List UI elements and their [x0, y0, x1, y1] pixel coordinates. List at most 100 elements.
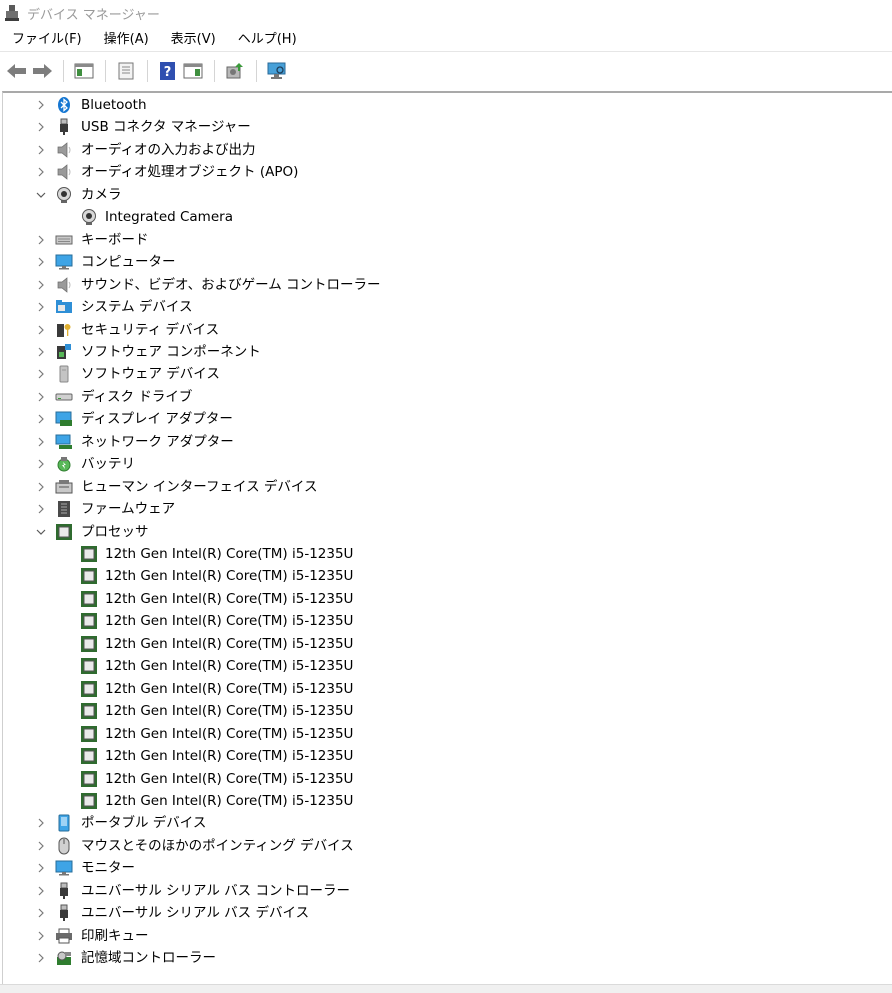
tree-category[interactable]: ソフトウェア デバイス	[3, 363, 883, 385]
chevron-right-icon[interactable]	[34, 925, 48, 947]
tree-device[interactable]: 12th Gen Intel(R) Core(TM) i5-1235U	[3, 745, 883, 767]
tree-device[interactable]: 12th Gen Intel(R) Core(TM) i5-1235U	[3, 678, 883, 700]
forward-arrow-icon[interactable]	[30, 59, 54, 83]
tree-item-label: ユニバーサル シリアル バス コントローラー	[81, 882, 350, 899]
tree-device[interactable]: 12th Gen Intel(R) Core(TM) i5-1235U	[3, 700, 883, 722]
help-icon[interactable]: ?	[156, 59, 180, 83]
chevron-right-icon[interactable]	[34, 341, 48, 363]
processor-icon	[80, 545, 98, 563]
device-tree: Bluetooth USB コネクタ マネージャー オーディオの入力および出力オーデ…	[2, 91, 892, 984]
chevron-right-icon[interactable]	[34, 319, 48, 341]
chevron-right-icon[interactable]	[34, 296, 48, 318]
tree-category[interactable]: 記憶域コントローラー	[3, 947, 883, 969]
webcam-icon	[55, 186, 73, 204]
tree-item-label: 12th Gen Intel(R) Core(TM) i5-1235U	[105, 725, 354, 742]
tree-category[interactable]: ヒューマン インターフェイス デバイス	[3, 476, 883, 498]
chevron-right-icon[interactable]	[34, 498, 48, 520]
tree-category[interactable]: モニター	[3, 857, 883, 879]
chevron-right-icon[interactable]	[34, 476, 48, 498]
tree-device[interactable]: 12th Gen Intel(R) Core(TM) i5-1235U	[3, 610, 883, 632]
show-hide-console-tree-icon[interactable]	[72, 59, 96, 83]
tree-category[interactable]: サウンド、ビデオ、およびゲーム コントローラー	[3, 274, 883, 296]
tree-item-label: ディスク ドライブ	[81, 388, 193, 405]
processor-icon	[80, 702, 98, 720]
chevron-right-icon[interactable]	[34, 139, 48, 161]
tree-category[interactable]: キーボード	[3, 229, 883, 251]
chevron-right-icon[interactable]	[34, 229, 48, 251]
processor-icon	[80, 680, 98, 698]
tree-category[interactable]: ファームウェア	[3, 498, 883, 520]
tree-device[interactable]: 12th Gen Intel(R) Core(TM) i5-1235U	[3, 565, 883, 587]
tree-category[interactable]: オーディオ処理オブジェクト (APO)	[3, 161, 883, 183]
tree-item-label: 12th Gen Intel(R) Core(TM) i5-1235U	[105, 748, 354, 765]
back-arrow-icon[interactable]	[5, 59, 29, 83]
tree-category[interactable]: ソフトウェア コンポーネント	[3, 341, 883, 363]
toolbar-separator	[147, 60, 148, 82]
action-pane-icon[interactable]	[181, 59, 205, 83]
chevron-right-icon[interactable]	[34, 902, 48, 924]
update-driver-icon[interactable]	[223, 59, 247, 83]
tree-category[interactable]: マウスとそのほかのポインティング デバイス	[3, 835, 883, 857]
tree-category[interactable]: オーディオの入力および出力	[3, 139, 883, 161]
tree-item-label: 12th Gen Intel(R) Core(TM) i5-1235U	[105, 703, 354, 720]
processor-icon	[80, 657, 98, 675]
tree-category[interactable]: Bluetooth	[3, 94, 883, 116]
chevron-right-icon[interactable]	[34, 857, 48, 879]
tree-device[interactable]: Integrated Camera	[3, 206, 883, 228]
tree-category[interactable]: プロセッサ	[3, 521, 883, 543]
chevron-right-icon[interactable]	[34, 835, 48, 857]
processor-icon	[80, 567, 98, 585]
chevron-right-icon[interactable]	[34, 453, 48, 475]
tree-device[interactable]: 12th Gen Intel(R) Core(TM) i5-1235U	[3, 790, 883, 812]
chevron-right-icon[interactable]	[34, 251, 48, 273]
tree-item-label: Integrated Camera	[105, 209, 233, 226]
menu-file[interactable]: ファイル(F)	[0, 28, 92, 52]
properties-icon[interactable]	[114, 59, 138, 83]
tree-device[interactable]: 12th Gen Intel(R) Core(TM) i5-1235U	[3, 543, 883, 565]
chevron-right-icon[interactable]	[34, 812, 48, 834]
tree-device[interactable]: 12th Gen Intel(R) Core(TM) i5-1235U	[3, 768, 883, 790]
speaker-icon	[55, 141, 73, 159]
tree-item-label: 12th Gen Intel(R) Core(TM) i5-1235U	[105, 546, 354, 562]
tree-category[interactable]: ディスク ドライブ	[3, 386, 883, 408]
chevron-right-icon[interactable]	[34, 408, 48, 430]
chevron-right-icon[interactable]	[34, 947, 48, 969]
chevron-right-icon[interactable]	[34, 274, 48, 296]
tree-category[interactable]: カメラ	[3, 184, 883, 206]
status-bar	[0, 984, 892, 993]
chevron-right-icon[interactable]	[34, 880, 48, 902]
scan-hardware-icon[interactable]	[265, 59, 289, 83]
tree-category[interactable]: コンピューター	[3, 251, 883, 273]
tree-category[interactable]: セキュリティ デバイス	[3, 319, 883, 341]
tree-category[interactable]: ディスプレイ アダプター	[3, 408, 883, 430]
tree-device[interactable]: 12th Gen Intel(R) Core(TM) i5-1235U	[3, 633, 883, 655]
chevron-right-icon[interactable]	[34, 386, 48, 408]
tree-item-label: サウンド、ビデオ、およびゲーム コントローラー	[81, 276, 381, 293]
tree-device[interactable]: 12th Gen Intel(R) Core(TM) i5-1235U	[3, 588, 883, 610]
tree-category[interactable]: ユニバーサル シリアル バス デバイス	[3, 902, 883, 924]
tree-category[interactable]: バッテリ	[3, 453, 883, 475]
chevron-down-icon[interactable]	[34, 521, 48, 543]
processor-icon	[80, 725, 98, 743]
menu-action[interactable]: 操作(A)	[92, 28, 159, 52]
tree-category[interactable]: USB コネクタ マネージャー	[3, 116, 883, 138]
tree-category[interactable]: 印刷キュー	[3, 925, 883, 947]
menu-help[interactable]: ヘルプ(H)	[226, 28, 307, 52]
menu-bar: ファイル(F) 操作(A) 表示(V) ヘルプ(H)	[0, 28, 892, 52]
tree-category[interactable]: システム デバイス	[3, 296, 883, 318]
chevron-right-icon[interactable]	[34, 116, 48, 138]
tree-device[interactable]: 12th Gen Intel(R) Core(TM) i5-1235U	[3, 723, 883, 745]
tree-category[interactable]: ポータブル デバイス	[3, 812, 883, 834]
tree-item-label: オーディオ処理オブジェクト (APO)	[81, 164, 299, 181]
tree-category[interactable]: ネットワーク アダプター	[3, 431, 883, 453]
chevron-right-icon[interactable]	[34, 161, 48, 183]
tree-device[interactable]: 12th Gen Intel(R) Core(TM) i5-1235U	[3, 655, 883, 677]
menu-view[interactable]: 表示(V)	[159, 28, 226, 52]
chevron-right-icon[interactable]	[34, 363, 48, 385]
tree-category[interactable]: ユニバーサル シリアル バス コントローラー	[3, 880, 883, 902]
chevron-right-icon[interactable]	[34, 431, 48, 453]
processor-icon	[55, 523, 73, 541]
device-manager-app-icon	[4, 4, 20, 22]
chevron-right-icon[interactable]	[34, 94, 48, 116]
chevron-down-icon[interactable]	[34, 184, 48, 206]
